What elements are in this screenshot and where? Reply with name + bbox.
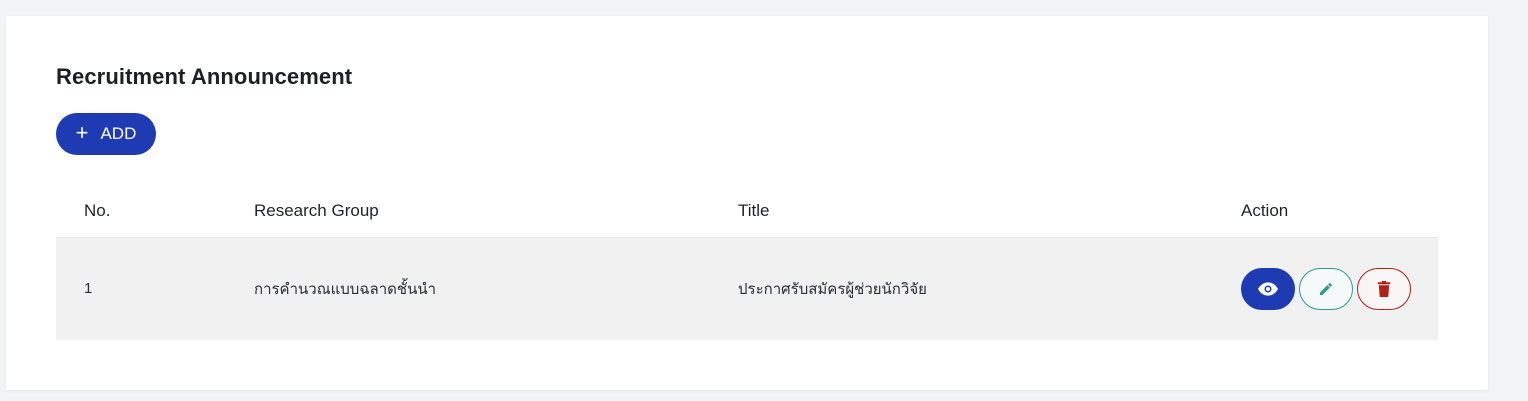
header-no: No. xyxy=(56,186,254,238)
announcement-card: Recruitment Announcement + ADD No. Resea… xyxy=(6,16,1488,390)
header-research-group: Research Group xyxy=(254,186,738,238)
add-button-label: ADD xyxy=(100,124,137,143)
table-header-row: No. Research Group Title Action xyxy=(56,186,1438,238)
eye-icon xyxy=(1258,282,1278,296)
row-actions xyxy=(1241,267,1438,310)
cell-actions xyxy=(1241,237,1438,340)
add-button[interactable]: + ADD xyxy=(56,113,156,155)
plus-icon: + xyxy=(75,120,89,145)
view-button[interactable] xyxy=(1241,267,1295,310)
pencil-icon xyxy=(1320,282,1332,295)
table-row: 1 การคำนวณแบบฉลาดชั้นนำ ประกาศรับสมัครผู… xyxy=(56,237,1438,340)
announcement-table: No. Research Group Title Action 1 การคำน… xyxy=(56,186,1438,340)
cell-no: 1 xyxy=(84,280,93,298)
trash-icon xyxy=(1377,280,1391,297)
delete-button[interactable] xyxy=(1357,267,1411,310)
edit-button[interactable] xyxy=(1299,267,1353,310)
header-title: Title xyxy=(738,186,1241,238)
page-title: Recruitment Announcement xyxy=(56,64,353,89)
cell-research-group: การคำนวณแบบฉลาดชั้นนำ xyxy=(254,280,437,298)
cell-title: ประกาศรับสมัครผู้ช่วยนักวิจัย xyxy=(738,280,927,298)
header-action: Action xyxy=(1241,186,1438,238)
